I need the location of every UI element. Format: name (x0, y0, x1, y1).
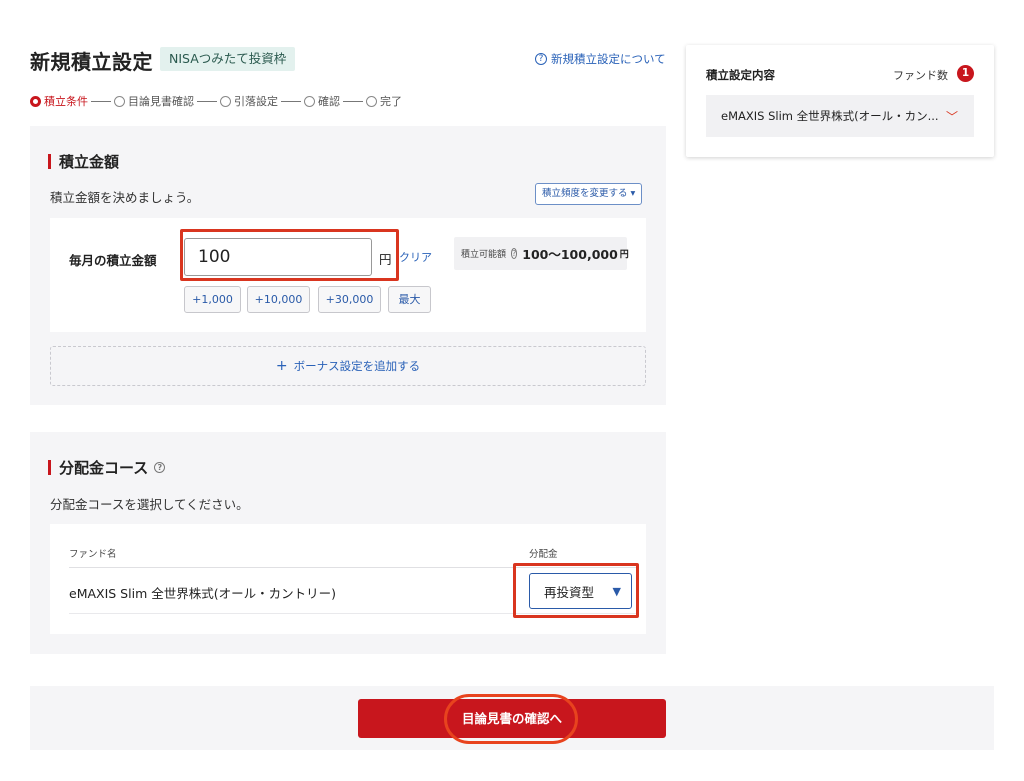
help-circle-icon[interactable]: ? (511, 248, 518, 259)
section-accent-bar (48, 154, 51, 169)
yen-unit: 円 (379, 252, 392, 267)
step-connector (281, 100, 301, 102)
section-accent-bar (48, 460, 51, 475)
fund-name: eMAXIS Slim 全世界株式(オール・カントリー) (69, 586, 336, 601)
step-connector (91, 100, 111, 102)
add-bonus-button[interactable]: + ボーナス設定を追加する (50, 346, 646, 386)
page-title: 新規積立設定 (30, 50, 153, 74)
range-label: 積立可能額 (461, 250, 507, 260)
chevron-down-icon: ﹀ (945, 109, 958, 124)
summary-fund-item[interactable]: eMAXIS Slim 全世界株式(オール・カン... ﹀ (706, 95, 974, 137)
caret-down-icon: ▾ (630, 188, 636, 199)
step-indicator: 積立条件 目論見書確認 引落設定 確認 完了 (30, 93, 402, 109)
amount-description: 積立金額を決めましょう。 (50, 190, 200, 205)
add-10000-button[interactable]: +10,000 (247, 286, 310, 313)
step-debit: 引落設定 (220, 93, 278, 109)
distribution-description: 分配金コースを選択してください。 (50, 497, 249, 512)
step-label: 完了 (380, 95, 402, 108)
range-value: 100〜100,000 (522, 247, 618, 262)
step-active-icon (30, 95, 41, 107)
available-range-box: 積立可能額 ? 100〜100,000 円 (454, 237, 629, 270)
step-circle-icon (366, 95, 377, 107)
clear-link[interactable]: クリア (399, 249, 432, 265)
change-frequency-button[interactable]: 積立頻度を変更する ▾ (535, 183, 643, 205)
column-header-distribution: 分配金 (529, 549, 558, 560)
highlight-box-amount (180, 229, 399, 281)
fund-count-label: ファンド数 (893, 69, 948, 82)
max-button[interactable]: 最大 (388, 286, 431, 313)
highlight-ellipse-confirm (444, 694, 578, 744)
add-30000-button[interactable]: +30,000 (318, 286, 381, 313)
step-label: 引落設定 (234, 95, 278, 108)
distribution-title-text: 分配金コース (59, 459, 149, 477)
plus-icon: + (275, 358, 288, 374)
step-prospectus: 目論見書確認 (114, 93, 194, 109)
nisa-badge: NISAつみたて投資枠 (160, 47, 296, 71)
fund-count-badge: 1 (957, 65, 974, 82)
range-unit: 円 (619, 250, 629, 260)
add-1000-button[interactable]: +1,000 (184, 286, 241, 313)
step-label: 目論見書確認 (128, 95, 194, 108)
step-label: 確認 (318, 95, 340, 108)
amount-section-title: 積立金額 (48, 151, 119, 172)
step-circle-icon (304, 95, 315, 107)
step-complete: 完了 (366, 93, 402, 109)
step-connector (343, 100, 363, 102)
step-conditions: 積立条件 (30, 93, 88, 109)
step-circle-icon (114, 95, 125, 107)
step-circle-icon (220, 95, 231, 107)
distribution-section-title: 分配金コース ? (48, 457, 166, 478)
help-circle-icon[interactable]: ? (154, 462, 166, 473)
summary-title: 積立設定内容 (706, 68, 775, 82)
amount-title-text: 積立金額 (59, 153, 120, 171)
step-connector (197, 100, 217, 102)
step-label: 積立条件 (44, 95, 88, 108)
help-circle-icon: ? (535, 53, 547, 65)
column-header-fund: ファンド名 (69, 549, 117, 560)
step-confirm: 確認 (304, 93, 340, 109)
add-bonus-label: ボーナス設定を追加する (293, 359, 421, 373)
summary-fund-name: eMAXIS Slim 全世界株式(オール・カン... (721, 109, 939, 123)
monthly-amount-label: 毎月の積立金額 (69, 253, 157, 268)
help-link-label: 新規積立設定について (551, 52, 666, 66)
change-frequency-label: 積立頻度を変更する (542, 188, 628, 199)
highlight-box-course (513, 563, 639, 618)
help-link[interactable]: ? 新規積立設定について (535, 51, 666, 67)
